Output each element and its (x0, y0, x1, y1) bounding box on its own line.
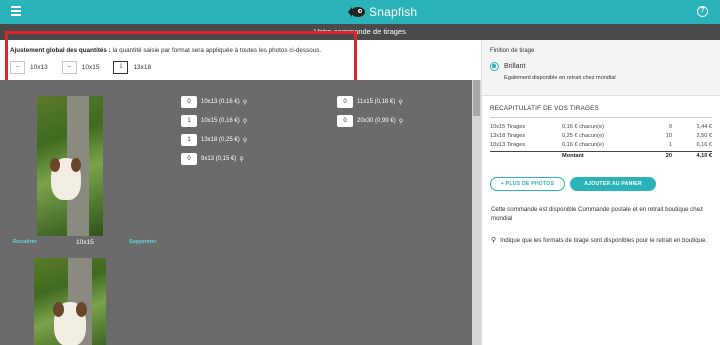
help-icon[interactable]: ? (697, 6, 708, 17)
recap-label: 13x18 Tirages (490, 133, 526, 139)
add-to-cart-button[interactable]: AJOUTER AU PANIER (570, 177, 656, 191)
supprimer-link[interactable]: Supprimer (129, 239, 157, 245)
global-qty-label-10x15: 10x15 (81, 64, 100, 71)
location-pin-icon: ⚲ (242, 137, 248, 144)
recadrer-link[interactable]: Recadrer (13, 239, 37, 245)
format-row: 0 11x15 (0,18 €) ⚲ (337, 96, 403, 108)
format-qty-input[interactable]: 0 (181, 96, 197, 108)
format-row: 0 9x13 (0,15 €) ⚲ (181, 153, 244, 165)
scrollbar-thumb[interactable] (473, 80, 480, 116)
top-bar: Snapfish ? (0, 0, 720, 24)
format-row: 0 20x30 (0,99 €) ⚲ (337, 115, 403, 127)
more-photos-button[interactable]: + PLUS DE PHOTOS (490, 177, 565, 191)
recap-divider (490, 117, 712, 118)
pin-legend: ⚲ Indique que les formats de tirage sont… (491, 236, 716, 245)
menu-icon[interactable] (11, 6, 21, 16)
order-summary-panel: Finition de tirage Brillant Egalement di… (481, 40, 720, 345)
format-label: 10x15 (0,16 €) (201, 118, 240, 124)
format-label: 20x30 (0,99 €) (357, 118, 396, 124)
photo-format-label: 10x15 (76, 239, 94, 246)
format-label: 9x13 (0,15 €) (201, 156, 237, 162)
recap-total-label: Montant (562, 153, 584, 159)
location-pin-icon: ⚲ (398, 99, 403, 106)
format-label: 13x18 (0,25 €) (201, 137, 240, 143)
global-quantity-title-text: la quantité saisie par format sera appli… (110, 47, 322, 54)
photo-grid: Recadrer 10x15 Supprimer 0 10x13 (0,16 €… (0, 80, 481, 345)
fish-logo-icon (348, 7, 365, 17)
finish-title: Finition de tirage (490, 48, 535, 54)
recap-price: 0,25 € chacun(e) (562, 133, 604, 139)
pin-legend-text: Indique que les formats de tirage sont d… (500, 237, 708, 244)
recap-total: 1,44 € (696, 124, 712, 130)
finish-radio-brillant[interactable] (490, 62, 499, 71)
format-row: 1 13x18 (0,25 €) ⚲ (181, 134, 247, 146)
format-label: 10x13 (0,16 €) (201, 99, 240, 105)
recap-price: 0,16 € chacun(e) (562, 124, 604, 130)
global-qty-label-10x13: 10x13 (30, 64, 48, 71)
recap-price: 0,16 € chacun(e) (562, 142, 604, 148)
location-pin-icon: ⚲ (239, 156, 244, 163)
table-row: 13x18 Tirages 0,25 € chacun(e) 10 2,50 € (490, 133, 712, 142)
location-pin-icon: ⚲ (491, 237, 497, 244)
recap-qty: 10 (665, 133, 672, 139)
location-pin-icon: ⚲ (398, 118, 404, 125)
finish-option-label: Brillant (504, 63, 526, 70)
global-qty-input-10x15[interactable]: -- (61, 61, 77, 74)
recap-qty: 9 (668, 124, 672, 130)
recap-label: 10x13 Tirages (490, 142, 526, 148)
photo-thumbnail[interactable] (37, 96, 103, 236)
order-availability-text: Cette commande est disponible Commande p… (491, 206, 704, 222)
location-pin-icon: ⚲ (242, 99, 248, 106)
finish-note: Egalement disponible en retrait chez mon… (504, 75, 616, 81)
recap-qty: 1 (668, 142, 672, 148)
format-row: 1 10x15 (0,16 €) ⚲ (181, 115, 247, 127)
page-title: Votre commande de tirages (0, 24, 720, 40)
global-quantity-title: Ajustement global des quantités : la qua… (10, 47, 321, 54)
location-pin-icon: ⚲ (242, 118, 248, 125)
format-qty-input[interactable]: 1 (181, 134, 197, 146)
global-qty-input-13x18[interactable]: 1 (113, 61, 129, 74)
recap-total-row: Montant 20 4,10 € (490, 151, 712, 161)
format-qty-input[interactable]: 0 (181, 153, 197, 165)
format-label: 11x15 (0,18 €) (357, 99, 396, 105)
format-qty-input[interactable]: 1 (181, 115, 197, 127)
snapfish-logo[interactable]: Snapfish (346, 4, 417, 20)
global-qty-input-10x13[interactable]: -- (10, 61, 25, 74)
recap-total-amount: 4,10 € (696, 153, 712, 159)
table-row: 10x15 Tirages 0,16 € chacun(e) 9 1,44 € (490, 124, 712, 133)
recap-table: 10x15 Tirages 0,16 € chacun(e) 9 1,44 € … (490, 124, 712, 161)
recap-total: 2,50 € (696, 133, 712, 139)
finish-section: Finition de tirage Brillant Egalement di… (482, 40, 720, 96)
global-qty-label-13x18: 13x18 (133, 64, 152, 71)
recap-total-qty: 20 (665, 153, 672, 159)
table-row: 10x13 Tirages 0,16 € chacun(e) 1 0,16 € (490, 142, 712, 151)
recap-label: 10x15 Tirages (490, 124, 526, 130)
recap-total: 0,16 € (696, 142, 712, 148)
grid-scrollbar[interactable] (472, 80, 481, 345)
global-quantity-panel: Ajustement global des quantités : la qua… (0, 40, 481, 80)
format-row: 0 10x13 (0,16 €) ⚲ (181, 96, 247, 108)
recap-title: RECAPITULATIF DE VOS TIRAGES (490, 105, 599, 112)
global-quantity-title-bold: Ajustement global des quantités : (10, 47, 111, 54)
logo-text: Snapfish (369, 5, 418, 19)
format-qty-input[interactable]: 0 (337, 96, 353, 108)
format-qty-input[interactable]: 0 (337, 115, 353, 127)
photo-thumbnail[interactable] (34, 258, 106, 345)
global-quantity-row: -- 10x13 -- 10x15 1 13x18 (10, 61, 165, 74)
